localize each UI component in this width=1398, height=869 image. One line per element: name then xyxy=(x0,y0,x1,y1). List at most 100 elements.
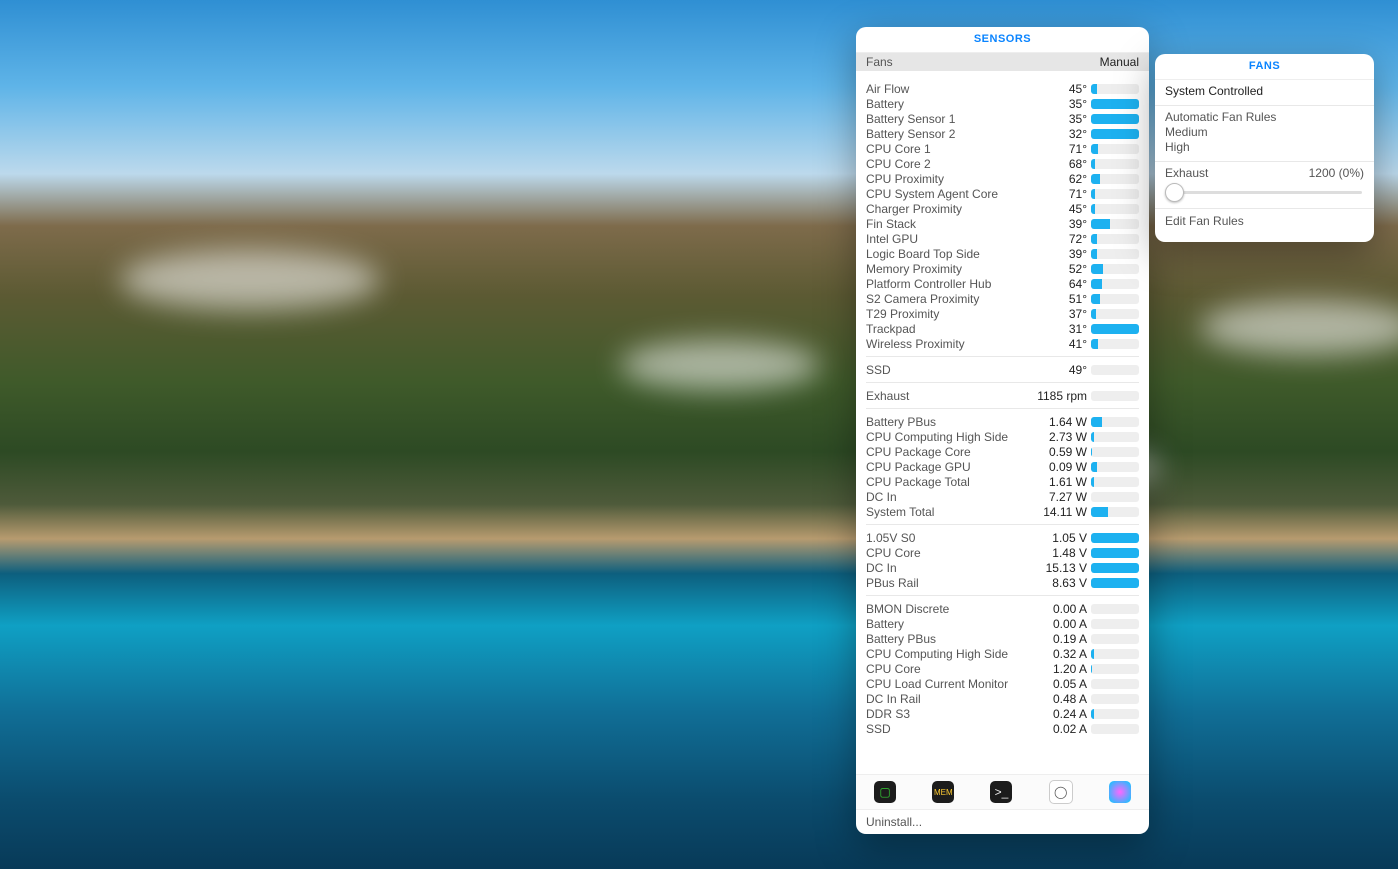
sensor-value: 39° xyxy=(1027,217,1091,231)
uninstall-button[interactable]: Uninstall... xyxy=(856,809,1149,834)
sensor-row[interactable]: Memory Proximity52° xyxy=(856,261,1149,276)
sensor-name: CPU Package GPU xyxy=(866,460,1027,474)
sensor-bar xyxy=(1091,189,1139,199)
sensor-value: 51° xyxy=(1027,292,1091,306)
sensor-row[interactable]: S2 Camera Proximity51° xyxy=(856,291,1149,306)
sensor-bar xyxy=(1091,492,1139,502)
sensor-row[interactable]: CPU Package GPU0.09 W xyxy=(856,459,1149,474)
sensor-row[interactable]: PBus Rail8.63 V xyxy=(856,575,1149,590)
sensor-row[interactable]: CPU Computing High Side2.73 W xyxy=(856,429,1149,444)
sensor-row[interactable]: Air Flow45° xyxy=(856,81,1149,96)
sensor-row[interactable]: Battery Sensor 135° xyxy=(856,111,1149,126)
edit-fan-rules-button[interactable]: Edit Fan Rules xyxy=(1155,209,1374,233)
sensor-row[interactable]: Trackpad31° xyxy=(856,321,1149,336)
sensor-value: 45° xyxy=(1027,82,1091,96)
sensor-value: 35° xyxy=(1027,112,1091,126)
sensor-bar xyxy=(1091,664,1139,674)
sensor-row[interactable]: DDR S30.24 A xyxy=(856,706,1149,721)
sensor-row[interactable]: DC In7.27 W xyxy=(856,489,1149,504)
sensor-row[interactable]: Intel GPU72° xyxy=(856,231,1149,246)
exhaust-fan-row: Exhaust 1200 (0%) xyxy=(1165,166,1364,180)
sensor-row[interactable]: Platform Controller Hub64° xyxy=(856,276,1149,291)
sensor-bar xyxy=(1091,159,1139,169)
sensor-row[interactable]: Exhaust1185 rpm xyxy=(856,388,1149,403)
sensor-value: 1.05 V xyxy=(1027,531,1091,545)
sensor-row[interactable]: CPU Proximity62° xyxy=(856,171,1149,186)
sensor-bar xyxy=(1091,339,1139,349)
fan-option-medium[interactable]: Medium xyxy=(1165,125,1364,140)
sensor-row[interactable]: Battery35° xyxy=(856,96,1149,111)
sensor-name: CPU Proximity xyxy=(866,172,1027,186)
exhaust-fan-name: Exhaust xyxy=(1165,166,1208,180)
sensor-row[interactable]: DC In15.13 V xyxy=(856,560,1149,575)
sensor-row[interactable]: CPU Package Total1.61 W xyxy=(856,474,1149,489)
sensor-name: PBus Rail xyxy=(866,576,1027,590)
sensor-row[interactable]: Charger Proximity45° xyxy=(856,201,1149,216)
sensor-value: 0.24 A xyxy=(1027,707,1091,721)
sensor-bar xyxy=(1091,634,1139,644)
sensor-name: Wireless Proximity xyxy=(866,337,1027,351)
sensor-row[interactable]: CPU System Agent Core71° xyxy=(856,186,1149,201)
sensor-value: 62° xyxy=(1027,172,1091,186)
sensor-value: 1.61 W xyxy=(1027,475,1091,489)
sensor-row[interactable]: CPU Core 171° xyxy=(856,141,1149,156)
speedtest-icon[interactable] xyxy=(1109,781,1131,803)
sensor-name: DC In Rail xyxy=(866,692,1027,706)
sensor-value: 37° xyxy=(1027,307,1091,321)
fans-title: FANS xyxy=(1155,54,1374,80)
sensor-row[interactable]: Battery PBus1.64 W xyxy=(856,414,1149,429)
sensor-value: 0.48 A xyxy=(1027,692,1091,706)
sensor-row[interactable]: CPU Core1.48 V xyxy=(856,545,1149,560)
memory-clean-icon[interactable]: MEM xyxy=(932,781,954,803)
sensor-bar xyxy=(1091,694,1139,704)
sensor-row[interactable]: BMON Discrete0.00 A xyxy=(856,601,1149,616)
sensor-value: 45° xyxy=(1027,202,1091,216)
sensor-row[interactable]: Logic Board Top Side39° xyxy=(856,246,1149,261)
sensor-row[interactable]: Battery0.00 A xyxy=(856,616,1149,631)
sensor-bar xyxy=(1091,447,1139,457)
sensor-bar xyxy=(1091,724,1139,734)
sensor-row[interactable]: T29 Proximity37° xyxy=(856,306,1149,321)
sensor-value: 8.63 V xyxy=(1027,576,1091,590)
fan-mode[interactable]: Manual xyxy=(1100,55,1139,69)
system-cleaner-icon[interactable]: ◯ xyxy=(1049,780,1073,804)
sensor-value: 35° xyxy=(1027,97,1091,111)
sensor-name: System Total xyxy=(866,505,1027,519)
sensor-row[interactable]: Battery PBus0.19 A xyxy=(856,631,1149,646)
sensor-value: 0.00 A xyxy=(1027,617,1091,631)
sensor-value: 0.09 W xyxy=(1027,460,1091,474)
sensor-row[interactable]: CPU Core 268° xyxy=(856,156,1149,171)
sensor-bar xyxy=(1091,219,1139,229)
sensor-row[interactable]: DC In Rail0.48 A xyxy=(856,691,1149,706)
sensor-bar xyxy=(1091,548,1139,558)
sensor-bar xyxy=(1091,294,1139,304)
sensor-row[interactable]: CPU Load Current Monitor0.05 A xyxy=(856,676,1149,691)
sensor-row[interactable]: Wireless Proximity41° xyxy=(856,336,1149,351)
sensor-row[interactable]: System Total14.11 W xyxy=(856,504,1149,519)
sensor-value: 1.20 A xyxy=(1027,662,1091,676)
sensor-row[interactable]: SSD0.02 A xyxy=(856,721,1149,736)
sensor-row[interactable]: Fin Stack39° xyxy=(856,216,1149,231)
sensor-value: 0.05 A xyxy=(1027,677,1091,691)
sensor-name: Battery Sensor 2 xyxy=(866,127,1027,141)
sensor-row[interactable]: CPU Computing High Side0.32 A xyxy=(856,646,1149,661)
fan-option-high[interactable]: High xyxy=(1165,140,1364,155)
sensor-row[interactable]: 1.05V S01.05 V xyxy=(856,530,1149,545)
sensor-name: CPU Package Core xyxy=(866,445,1027,459)
sensor-row[interactable]: SSD49° xyxy=(856,362,1149,377)
sensors-subheader[interactable]: Fans Manual xyxy=(856,53,1149,71)
fan-option-auto[interactable]: Automatic Fan Rules xyxy=(1165,110,1364,125)
activity-monitor-icon[interactable]: ▢ xyxy=(874,781,896,803)
sensor-bar xyxy=(1091,309,1139,319)
terminal-icon[interactable]: >_ xyxy=(990,781,1012,803)
sensor-bar xyxy=(1091,533,1139,543)
slider-thumb[interactable] xyxy=(1165,183,1184,202)
sensor-row[interactable]: CPU Package Core0.59 W xyxy=(856,444,1149,459)
system-controlled-option[interactable]: System Controlled xyxy=(1155,80,1374,105)
sensor-row[interactable]: CPU Core1.20 A xyxy=(856,661,1149,676)
sensor-name: Memory Proximity xyxy=(866,262,1027,276)
sensor-row[interactable]: Battery Sensor 232° xyxy=(856,126,1149,141)
exhaust-fan-value: 1200 (0%) xyxy=(1309,166,1364,180)
sensor-name: Trackpad xyxy=(866,322,1027,336)
exhaust-fan-slider[interactable] xyxy=(1165,182,1364,202)
